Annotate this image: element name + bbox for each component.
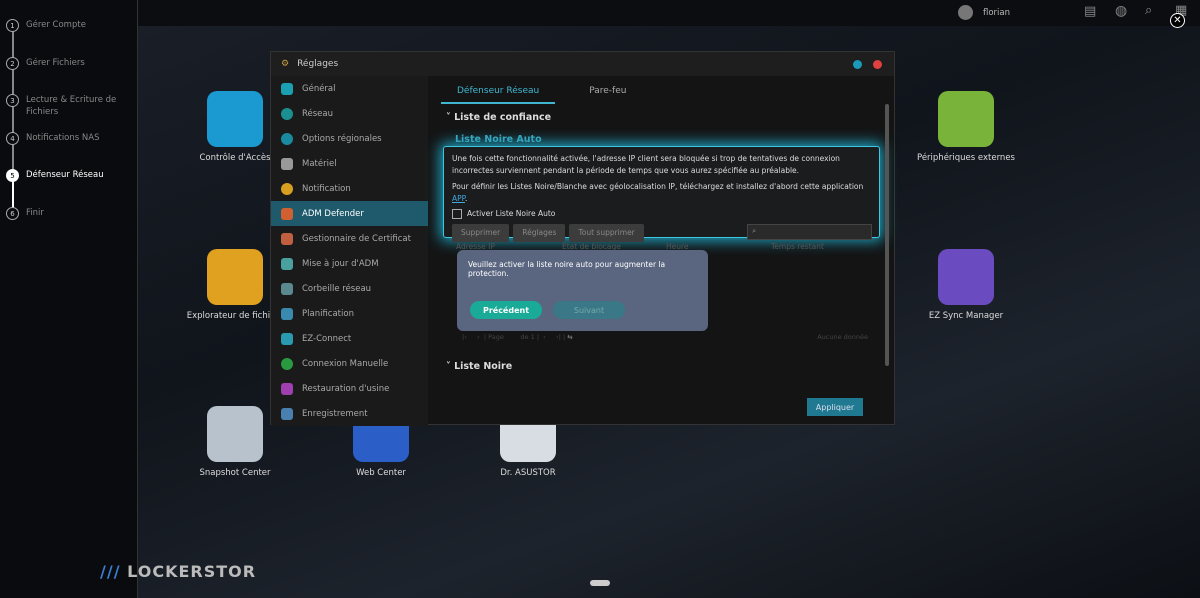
sidebar-item-adm-update[interactable]: Mise à jour d'ADM bbox=[271, 251, 428, 276]
previous-button[interactable]: Précédent bbox=[470, 301, 542, 319]
search-icon[interactable]: ⌕ bbox=[1145, 3, 1152, 18]
wizard-step-3: 3 Lecture & Ecriture de Fichiers bbox=[6, 94, 126, 118]
sidebar-item-manual-connect[interactable]: Connexion Manuelle bbox=[271, 351, 428, 376]
delete-all-button[interactable]: Tout supprimer bbox=[569, 224, 644, 242]
minimize-button[interactable] bbox=[853, 60, 862, 69]
sidebar-item-adm-defender[interactable]: ADM Defender bbox=[271, 201, 428, 226]
tooltip-text: Veuillez activer la liste noire auto pou… bbox=[468, 260, 666, 278]
trust-list-heading[interactable]: ˅ Liste de confiance bbox=[446, 112, 551, 123]
sidebar-item-notification[interactable]: Notification bbox=[271, 176, 428, 201]
settings-sidebar: Général Réseau Options régionales Matéri… bbox=[271, 76, 428, 426]
wizard-step-4: 4 Notifications NAS bbox=[6, 132, 99, 145]
window-titlebar[interactable]: ⚙ Réglages bbox=[271, 52, 894, 76]
next-page-button[interactable]: › bbox=[543, 333, 546, 341]
prev-page-button[interactable]: ‹ bbox=[477, 333, 480, 341]
search-icon: ⌕ bbox=[752, 226, 757, 235]
wizard-step-5: 5 Défenseur Réseau bbox=[6, 169, 104, 182]
blacklist-heading[interactable]: ˅ Liste Noire bbox=[446, 361, 512, 372]
tab-network-defender[interactable]: Défenseur Réseau bbox=[441, 80, 556, 104]
settings-button[interactable]: Réglages bbox=[513, 224, 566, 242]
tab-bar: Défenseur Réseau Pare-feu bbox=[441, 80, 642, 104]
tab-firewall[interactable]: Pare-feu bbox=[573, 80, 642, 104]
next-button[interactable]: Suivant bbox=[553, 301, 625, 319]
app-link[interactable]: APP bbox=[452, 194, 465, 203]
wizard-step-1: 1 Gérer Compte bbox=[6, 19, 86, 32]
refresh-icon[interactable]: ⇆ bbox=[567, 333, 572, 341]
wizard-tooltip: Veuillez activer la liste noire auto pou… bbox=[457, 250, 708, 331]
pagination: |‹ ‹ | Page de 1 | › ›| | ⇆ Aucune donné… bbox=[462, 333, 868, 341]
delete-button[interactable]: Supprimer bbox=[452, 224, 510, 242]
sidebar-item-registration[interactable]: Enregistrement bbox=[271, 401, 428, 426]
close-wizard-icon[interactable]: ✕ bbox=[1170, 13, 1185, 28]
sidebar-item-factory-reset[interactable]: Restauration d'usine bbox=[271, 376, 428, 401]
description-text: Une fois cette fonctionnalité activée, l… bbox=[452, 154, 840, 175]
col-remaining: Temps restant bbox=[771, 242, 824, 251]
lockerstor-logo: /// LOCKERSTOR bbox=[100, 562, 257, 581]
auto-blacklist-heading: Liste Noire Auto bbox=[455, 134, 542, 145]
sidebar-item-hardware[interactable]: Matériel bbox=[271, 151, 428, 176]
settings-gear-icon: ⚙ bbox=[281, 59, 290, 69]
sidebar-item-certificate[interactable]: Gestionnaire de Certificat bbox=[271, 226, 428, 251]
close-button[interactable] bbox=[873, 60, 882, 69]
top-bar: florian ▤ ◍ ⌕ ▦ bbox=[138, 0, 1200, 26]
sidebar-item-network[interactable]: Réseau bbox=[271, 101, 428, 126]
sidebar-item-schedule[interactable]: Planification bbox=[271, 301, 428, 326]
wizard-steps: 1 Gérer Compte 2 Gérer Fichiers 3 Lecture &… bbox=[0, 0, 138, 598]
dashboard-icon[interactable]: ◍ bbox=[1115, 3, 1127, 19]
message-icon[interactable]: ▤ bbox=[1084, 4, 1096, 19]
geo-description: Pour définir les Listes Noire/Blanche av… bbox=[452, 182, 864, 203]
wizard-step-2: 2 Gérer Fichiers bbox=[6, 57, 85, 70]
scrollbar[interactable] bbox=[885, 104, 889, 366]
app-external-devices[interactable]: Périphériques externes bbox=[906, 91, 1026, 163]
sidebar-item-recycle-bin[interactable]: Corbeille réseau bbox=[271, 276, 428, 301]
app-ez-sync[interactable]: EZ Sync Manager bbox=[906, 249, 1026, 321]
sidebar-item-general[interactable]: Général bbox=[271, 76, 428, 101]
auto-blacklist-panel: Une fois cette fonctionnalité activée, l… bbox=[443, 146, 880, 242]
username[interactable]: florian bbox=[983, 8, 1010, 18]
sidebar-item-ez-connect[interactable]: EZ-Connect bbox=[271, 326, 428, 351]
user-avatar-icon[interactable] bbox=[958, 5, 973, 20]
dock-handle[interactable] bbox=[590, 580, 610, 586]
wizard-step-6: 6 Finir bbox=[6, 207, 44, 220]
last-page-button[interactable]: ›| bbox=[556, 333, 561, 341]
sidebar-item-regional[interactable]: Options régionales bbox=[271, 126, 428, 151]
apply-button[interactable]: Appliquer bbox=[807, 398, 863, 416]
checkbox[interactable] bbox=[452, 209, 462, 219]
first-page-button[interactable]: |‹ bbox=[462, 333, 467, 341]
enable-auto-blacklist[interactable]: Activer Liste Noire Auto bbox=[452, 208, 871, 220]
search-input[interactable]: ⌕ bbox=[747, 224, 872, 240]
